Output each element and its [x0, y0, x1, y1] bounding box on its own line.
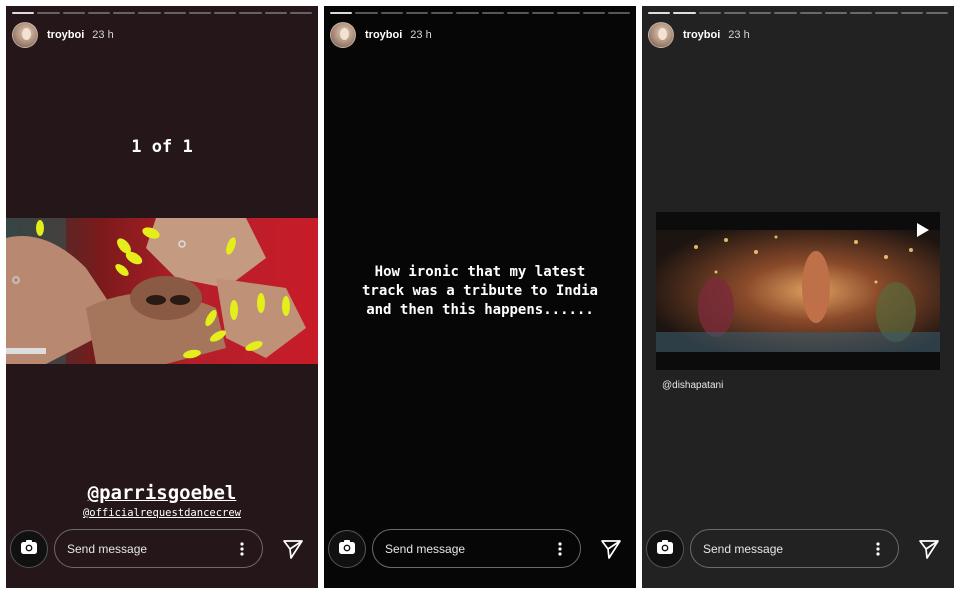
- message-bar: Send message: [324, 529, 636, 569]
- send-icon: [918, 540, 940, 564]
- story-text: 1 of 1: [131, 137, 193, 157]
- mention-tag[interactable]: @officialrequestdancecrew: [6, 507, 318, 519]
- camera-button[interactable]: [646, 530, 684, 568]
- story-screen-2[interactable]: troyboi 23 h How ironic that my latest t…: [324, 6, 636, 588]
- message-bar: Send message: [642, 529, 954, 569]
- story-text: How ironic that my latest track was a tr…: [361, 264, 598, 318]
- story-progress-bar: [648, 12, 948, 14]
- more-vertical-icon[interactable]: [232, 539, 252, 559]
- message-input[interactable]: Send message: [690, 529, 899, 568]
- message-placeholder: Send message: [703, 541, 784, 556]
- message-placeholder: Send message: [67, 541, 148, 556]
- camera-icon: [20, 539, 38, 560]
- send-button[interactable]: [282, 538, 304, 560]
- message-input[interactable]: Send message: [372, 529, 581, 568]
- more-vertical-icon[interactable]: [550, 539, 570, 559]
- mention-tag[interactable]: @parrisgoebel: [6, 482, 318, 504]
- story-header: troyboi 23 h: [330, 21, 432, 49]
- story-header: troyboi 23 h: [12, 21, 114, 49]
- play-icon[interactable]: [916, 222, 930, 238]
- camera-button[interactable]: [328, 530, 366, 568]
- timestamp: 23 h: [410, 29, 432, 41]
- send-button[interactable]: [600, 538, 622, 560]
- message-placeholder: Send message: [385, 541, 466, 556]
- send-icon: [282, 540, 304, 564]
- avatar[interactable]: [330, 22, 356, 48]
- timestamp: 23 h: [728, 29, 750, 41]
- story-screen-1[interactable]: troyboi 23 h 1 of 1 @parrisgoebel @offic…: [6, 6, 318, 588]
- timestamp: 23 h: [92, 29, 114, 41]
- username[interactable]: troyboi: [47, 29, 84, 41]
- video-post[interactable]: [656, 212, 940, 370]
- message-bar: Send message: [6, 529, 318, 569]
- more-vertical-icon[interactable]: [868, 539, 888, 559]
- send-icon: [600, 540, 622, 564]
- story-progress-bar: [330, 12, 630, 14]
- username[interactable]: troyboi: [683, 29, 720, 41]
- story-header: troyboi 23 h: [648, 21, 750, 49]
- story-screen-3[interactable]: troyboi 23 h @dishapatani Send message: [642, 6, 954, 588]
- mention-tag[interactable]: @dishapatani: [662, 380, 723, 391]
- avatar[interactable]: [648, 22, 674, 48]
- username[interactable]: troyboi: [365, 29, 402, 41]
- camera-icon: [338, 539, 356, 560]
- camera-icon: [656, 539, 674, 560]
- send-button[interactable]: [918, 538, 940, 560]
- story-progress-bar: [12, 12, 312, 14]
- avatar[interactable]: [12, 22, 38, 48]
- message-input[interactable]: Send message: [54, 529, 263, 568]
- camera-button[interactable]: [10, 530, 48, 568]
- story-photo: [6, 218, 318, 364]
